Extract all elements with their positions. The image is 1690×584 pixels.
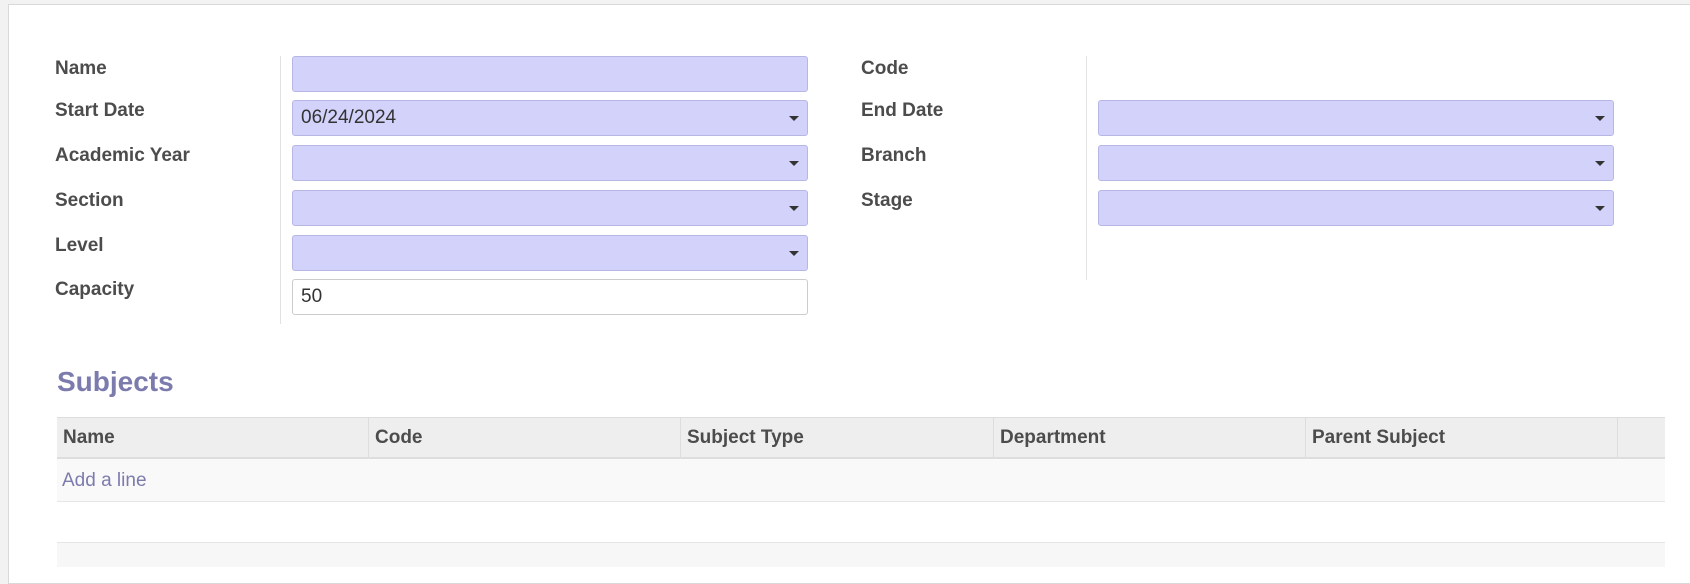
add-a-line-link[interactable]: Add a line [62,459,147,502]
capacity-value: 50 [301,286,323,307]
right-separator [1086,56,1087,280]
capacity-label: Capacity [55,279,135,300]
caret-down-icon[interactable] [1595,206,1605,211]
start-date-value: 06/24/2024 [301,107,397,128]
level-select[interactable] [292,235,808,271]
stage-label: Stage [861,190,913,211]
academic-year-select[interactable] [292,145,808,181]
left-separator [280,56,281,324]
subjects-table-header: Name Code Subject Type Department Parent… [57,417,1665,459]
table-row [57,502,1665,543]
section-label: Section [55,190,124,211]
caret-down-icon[interactable] [1595,161,1605,166]
capacity-field[interactable]: 50 [292,279,808,315]
add-line-row: Add a line [57,459,1665,502]
column-header-name[interactable]: Name [57,418,369,458]
end-date-label: End Date [861,100,944,121]
branch-label: Branch [861,145,927,166]
column-header-code[interactable]: Code [369,418,681,458]
column-header-actions [1618,418,1665,458]
caret-down-icon[interactable] [789,206,799,211]
table-footer [57,543,1665,567]
code-field [1098,56,1622,92]
caret-down-icon[interactable] [789,116,799,121]
start-date-field[interactable]: 06/24/2024 [292,100,808,136]
column-header-subject-type[interactable]: Subject Type [681,418,994,458]
start-date-label: Start Date [55,100,145,121]
subjects-title: Subjects [57,366,174,397]
column-header-parent-subject[interactable]: Parent Subject [1306,418,1618,458]
section-select[interactable] [292,190,808,226]
level-label: Level [55,235,104,256]
branch-select[interactable] [1098,145,1614,181]
end-date-field[interactable] [1098,100,1614,136]
code-label: Code [861,58,909,79]
caret-down-icon[interactable] [1595,116,1605,121]
name-label: Name [55,58,107,79]
academic-year-label: Academic Year [55,145,190,166]
caret-down-icon[interactable] [789,251,799,256]
stage-select[interactable] [1098,190,1614,226]
column-header-department[interactable]: Department [994,418,1306,458]
name-field[interactable] [292,56,808,92]
caret-down-icon[interactable] [789,161,799,166]
